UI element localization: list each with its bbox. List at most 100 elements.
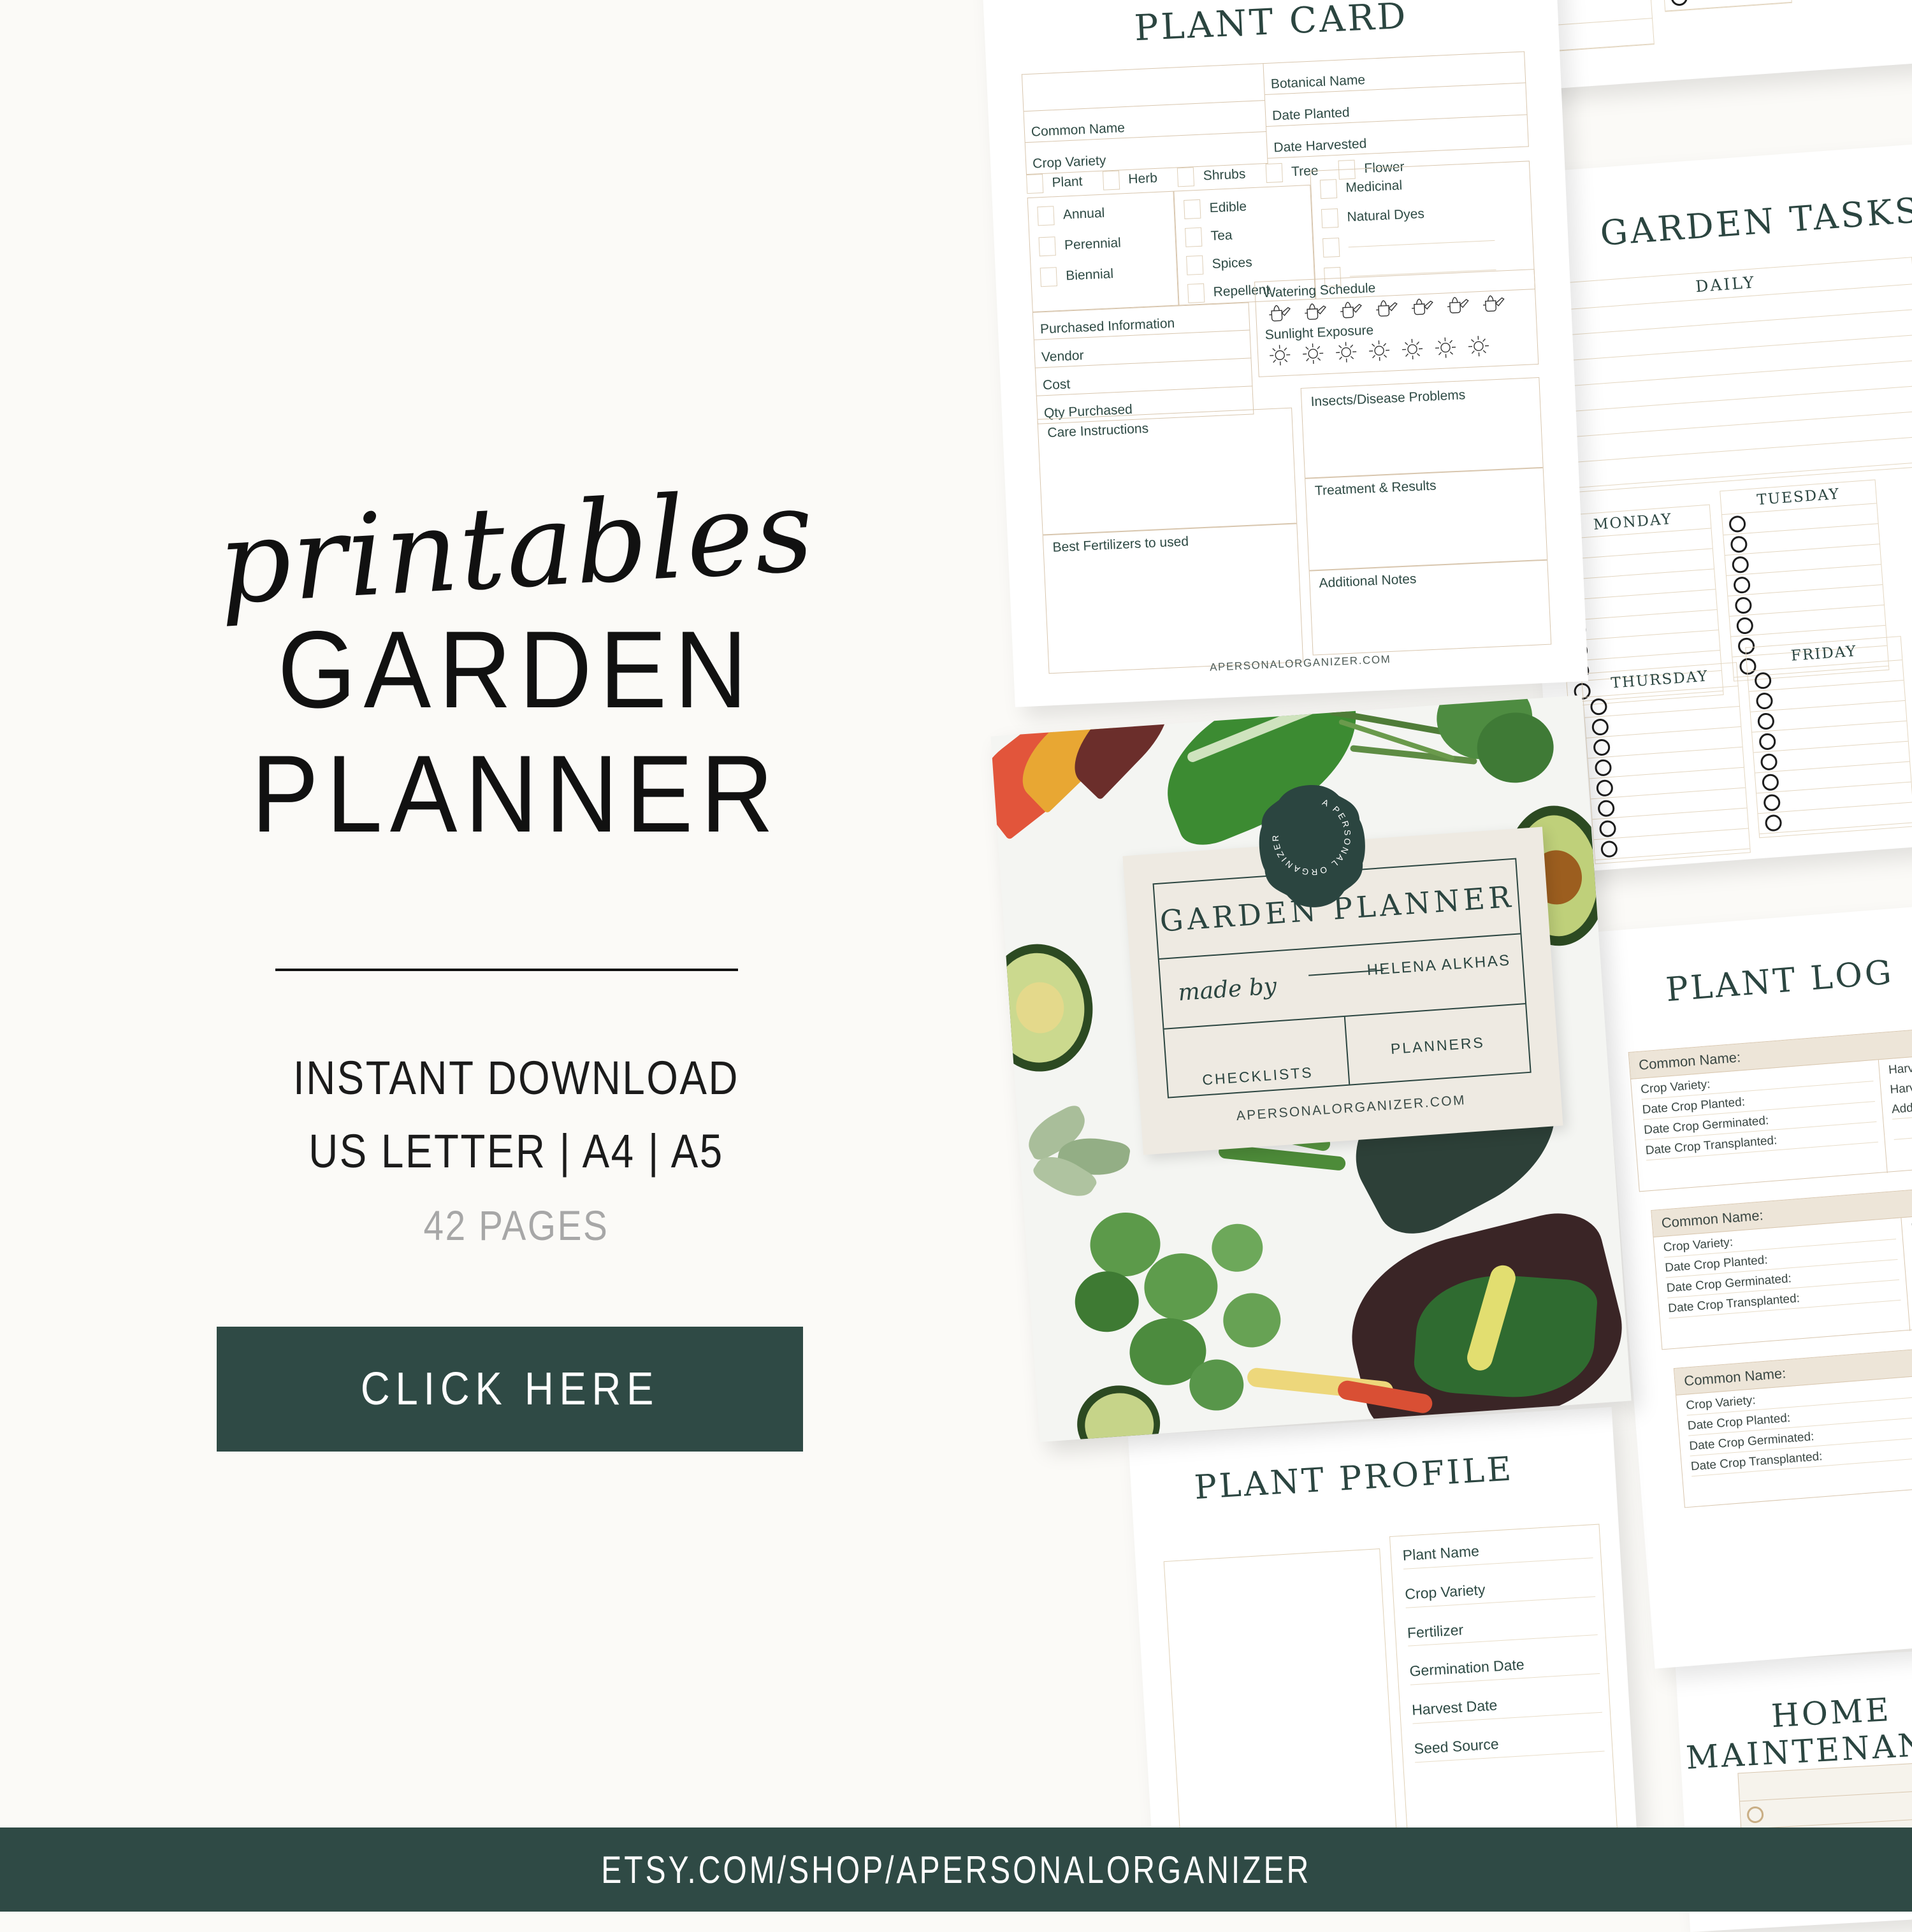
field-harvest-date-1[interactable]: Harvest Date: bbox=[1888, 1055, 1912, 1079]
field-fertilizer[interactable]: Fertilizer bbox=[1407, 1613, 1598, 1647]
checkbox-ring-icon[interactable] bbox=[1746, 1805, 1764, 1824]
field-germination-date[interactable]: Germination Date bbox=[1409, 1652, 1600, 1685]
click-here-button[interactable]: CLICK HERE bbox=[217, 1327, 803, 1452]
checkbox-plant[interactable]: Plant bbox=[1026, 172, 1083, 194]
checkbox-edible[interactable]: Edible bbox=[1184, 194, 1311, 219]
checkbox-icon[interactable] bbox=[1322, 237, 1340, 258]
checkbox-ring-icon[interactable] bbox=[1735, 616, 1754, 635]
checkbox-label: Shrubs bbox=[1203, 166, 1246, 184]
sun-icon bbox=[1270, 345, 1291, 366]
watering-can-icon bbox=[1376, 300, 1398, 317]
checkbox-ring-icon[interactable] bbox=[1594, 758, 1612, 777]
checkbox-ring-icon[interactable] bbox=[1590, 697, 1608, 716]
insects-disease-label: Insects/Disease Problems bbox=[1310, 387, 1466, 410]
garden-tasks-title: GARDEN TASKS bbox=[1598, 190, 1912, 254]
checkbox-label: Medicinal bbox=[1345, 178, 1403, 196]
checkbox-ring-icon[interactable] bbox=[1600, 840, 1618, 858]
brand-badge-icon: A PERSONAL ORGANIZER bbox=[1259, 785, 1365, 907]
checkbox-icon[interactable] bbox=[1184, 199, 1201, 219]
page-title-line2: PLANNER bbox=[251, 733, 781, 855]
sun-icon bbox=[1336, 342, 1357, 363]
checkbox-spices[interactable]: Spices bbox=[1186, 250, 1314, 275]
entry-left-fields: Crop Variety: Date Crop Planted: Date Cr… bbox=[1631, 1060, 1888, 1193]
checkbox-ring-icon[interactable] bbox=[1764, 814, 1783, 832]
checkbox-ring-icon[interactable] bbox=[1758, 732, 1777, 751]
checkbox-ring-icon[interactable] bbox=[1761, 773, 1779, 791]
checkbox-ring-icon[interactable] bbox=[1733, 575, 1751, 594]
checkbox-icon[interactable] bbox=[1026, 173, 1044, 194]
checkbox-ring-icon[interactable] bbox=[1595, 779, 1614, 797]
checklist-row[interactable] bbox=[1663, 0, 1792, 11]
checkbox-icon[interactable] bbox=[1102, 170, 1120, 191]
field-label: Date Planted bbox=[1271, 105, 1351, 124]
checkbox-icon[interactable] bbox=[1177, 167, 1195, 187]
checkbox-label: Natural Dyes bbox=[1347, 206, 1425, 225]
checkbox-natural-dyes[interactable]: Natural Dyes bbox=[1321, 199, 1532, 229]
checkbox-ring-icon[interactable] bbox=[1670, 0, 1688, 6]
checkbox-ring-icon[interactable] bbox=[1730, 535, 1748, 553]
problems-notes-box[interactable]: Insects/Disease Problems Treatment & Res… bbox=[1300, 377, 1552, 656]
checkbox-ring-icon[interactable] bbox=[1760, 753, 1778, 771]
plant-profile-sheet: PLANT PROFILE Plant Name Crop Variety Fe… bbox=[1127, 1407, 1639, 1881]
checkbox-biennial[interactable]: Biennial bbox=[1039, 262, 1177, 287]
checkbox-label: Plant bbox=[1052, 174, 1083, 191]
checkbox-icon[interactable] bbox=[1186, 255, 1204, 275]
checkbox-herb[interactable]: Herb bbox=[1102, 169, 1158, 191]
write-in-line[interactable] bbox=[1348, 240, 1495, 247]
checkbox-ring-icon[interactable] bbox=[1734, 596, 1753, 614]
divider bbox=[1043, 523, 1297, 536]
checkbox-ring-icon[interactable] bbox=[1597, 799, 1616, 818]
sun-icon bbox=[1402, 338, 1423, 359]
checkbox-ring-icon[interactable] bbox=[1756, 712, 1775, 730]
checkbox-ring-icon[interactable] bbox=[1728, 515, 1746, 533]
checkbox-blank-1[interactable] bbox=[1322, 229, 1533, 258]
divider bbox=[1305, 466, 1543, 479]
daily-tasks-box: DAILY bbox=[1537, 257, 1912, 494]
checkbox-label: Tea bbox=[1210, 227, 1233, 244]
entry-left-fields: Crop Variety: Date Crop Planted: Date Cr… bbox=[1653, 1218, 1911, 1351]
footer-shop-url[interactable]: ETSY.COM/SHOP/APERSONALORGANIZER bbox=[601, 1848, 1311, 1892]
checkbox-icon[interactable] bbox=[1038, 236, 1056, 257]
checkbox-icon[interactable] bbox=[1321, 208, 1339, 229]
checkbox-icon[interactable] bbox=[1187, 283, 1205, 303]
made-by-label: made by bbox=[1177, 973, 1278, 1006]
field-seed-source[interactable]: Seed Source bbox=[1414, 1729, 1605, 1763]
checkbox-ring-icon[interactable] bbox=[1754, 671, 1772, 689]
promo-panel: printables GARDEN PLANNER INSTANT DOWNLO… bbox=[0, 0, 911, 1827]
care-instructions-box[interactable]: Care Instructions Best Fertilizers to us… bbox=[1037, 407, 1304, 674]
checkbox-icon[interactable] bbox=[1037, 206, 1055, 226]
checkbox-ring-icon[interactable] bbox=[1755, 691, 1774, 710]
photo-placeholder-box[interactable] bbox=[1163, 1548, 1398, 1861]
tab-checklists[interactable]: CHECKLISTS bbox=[1164, 1016, 1351, 1097]
field-harvest-date[interactable]: Harvest Date bbox=[1411, 1691, 1602, 1724]
checkbox-label: Perennial bbox=[1064, 235, 1122, 253]
checkbox-ring-icon[interactable] bbox=[1763, 793, 1781, 812]
checkbox-icon[interactable] bbox=[1265, 162, 1283, 184]
watering-can-icon bbox=[1340, 301, 1362, 319]
checkbox-annual[interactable]: Annual bbox=[1037, 201, 1174, 226]
plant-card-left-fields: Common Name Crop Variety bbox=[1021, 63, 1268, 175]
checkbox-icon[interactable] bbox=[1185, 227, 1203, 247]
checkbox-ring-icon[interactable] bbox=[1593, 738, 1611, 756]
purchase-info-block: Purchased Information Vendor Cost Qty Pu… bbox=[1032, 302, 1254, 424]
tab-planners[interactable]: PLANNERS bbox=[1345, 1004, 1530, 1084]
checkbox-icon[interactable] bbox=[1319, 179, 1338, 199]
script-headline: printables bbox=[215, 465, 818, 630]
entry-left-fields: Crop Variety: Date Crop Planted: Date Cr… bbox=[1676, 1376, 1912, 1509]
formats-text: US LETTER | A4 | A5 bbox=[308, 1125, 724, 1178]
checkbox-icon[interactable] bbox=[1039, 267, 1058, 287]
common-name-label: Common Name: bbox=[1683, 1364, 1787, 1389]
plant-log-entry: Common Name: Crop Variety: Date Crop Pla… bbox=[1651, 1180, 1912, 1351]
checkbox-shrubs[interactable]: Shrubs bbox=[1177, 165, 1246, 187]
field-plant-name[interactable]: Plant Name bbox=[1402, 1536, 1593, 1569]
checkbox-perennial[interactable]: Perennial bbox=[1038, 231, 1175, 257]
checkbox-medicinal[interactable]: Medicinal bbox=[1319, 170, 1530, 199]
checkbox-ring-icon[interactable] bbox=[1598, 819, 1617, 838]
checkbox-ring-icon[interactable] bbox=[1591, 717, 1609, 736]
sun-icon bbox=[1303, 343, 1324, 364]
field-crop-variety[interactable]: Crop Variety bbox=[1405, 1575, 1596, 1608]
plant-card-right-fields: Botanical Name Date Planted Date Harvest… bbox=[1263, 51, 1529, 163]
checkbox-tea[interactable]: Tea bbox=[1185, 222, 1312, 247]
sun-icon bbox=[1468, 336, 1489, 357]
checkbox-ring-icon[interactable] bbox=[1731, 555, 1749, 573]
